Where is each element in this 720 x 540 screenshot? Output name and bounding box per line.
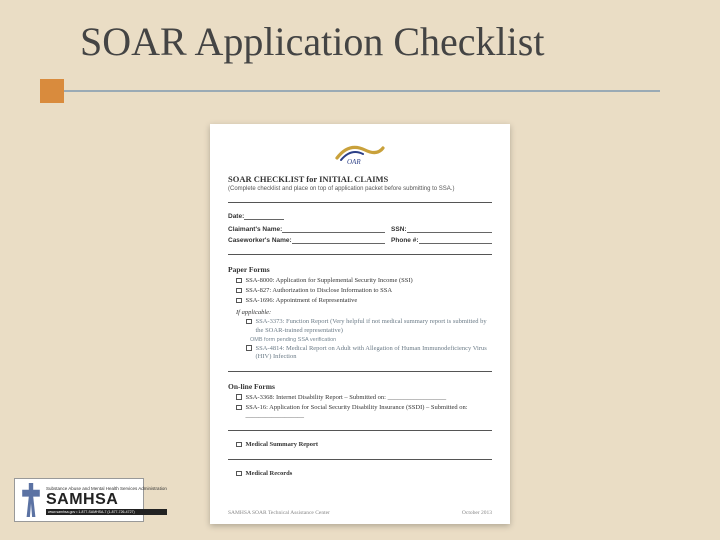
claimant-field-line xyxy=(282,226,385,233)
paper-forms-heading: Paper Forms xyxy=(228,265,492,274)
item-text: Medical Summary Report xyxy=(246,441,493,449)
samhsa-figure-icon xyxy=(20,483,42,517)
slide-title-area: SOAR Application Checklist xyxy=(0,0,720,73)
paper-forms-list: SSA-8000: Application for Supplemental S… xyxy=(236,277,492,305)
divider xyxy=(228,430,492,431)
checkbox-icon xyxy=(236,298,242,304)
item-text: SSA-3373: Function Report (Very helpful … xyxy=(256,318,493,334)
checkbox-icon xyxy=(236,394,242,400)
checkbox-icon xyxy=(236,288,242,294)
soar-logo: OAR xyxy=(228,140,492,168)
doc-instruction: (Complete checklist and place on top of … xyxy=(228,186,492,192)
doc-footer: SAMHSA SOAR Technical Assistance Center … xyxy=(228,510,492,516)
date-field-line xyxy=(244,213,284,220)
phone-field-line xyxy=(419,237,493,244)
sub-list: SSA-3373: Function Report (Very helpful … xyxy=(236,318,492,334)
footer-right: October 2013 xyxy=(462,510,492,516)
item-text: SSA-4814: Medical Report on Adult with A… xyxy=(256,345,493,361)
list-item: SSA-827: Authorization to Disclose Infor… xyxy=(236,287,492,295)
checkbox-icon xyxy=(246,345,252,351)
mr-list: Medical Records xyxy=(236,470,492,478)
checkbox-icon xyxy=(246,319,252,325)
samhsa-tagline: Substance Abuse and Mental Health Servic… xyxy=(46,486,167,491)
checkbox-icon xyxy=(236,405,242,411)
ssn-field-line xyxy=(407,226,492,233)
list-item: SSA-1696: Appointment of Representative xyxy=(236,297,492,305)
date-label: Date: xyxy=(228,213,244,220)
samhsa-logo-block: Substance Abuse and Mental Health Servic… xyxy=(14,478,144,522)
slide-title: SOAR Application Checklist xyxy=(80,18,720,65)
samhsa-url-bar: www.samhsa.gov • 1-877-SAMHSA-7 (1-877-7… xyxy=(46,509,167,515)
accent-divider xyxy=(40,79,720,103)
item-text: SSA-16: Application for Social Security … xyxy=(246,404,493,420)
checklist-document: OAR SOAR CHECKLIST for INITIAL CLAIMS (C… xyxy=(210,124,510,524)
divider xyxy=(228,202,492,203)
ssn-label: SSN: xyxy=(391,226,407,233)
claimant-label: Claimant's Name: xyxy=(228,226,282,233)
samhsa-brand: SAMHSA xyxy=(46,491,167,509)
phone-label: Phone #: xyxy=(391,237,418,244)
list-item: SSA-3373: Function Report (Very helpful … xyxy=(246,318,492,334)
list-item: Medical Records xyxy=(236,470,492,478)
checkbox-icon xyxy=(236,442,242,448)
sub-list-2: SSA-4814: Medical Report on Adult with A… xyxy=(236,345,492,361)
online-forms-heading: On-line Forms xyxy=(228,382,492,391)
accent-line xyxy=(64,90,660,92)
if-applicable-label: If applicable: xyxy=(236,309,492,316)
doc-heading: SOAR CHECKLIST for INITIAL CLAIMS xyxy=(228,174,492,184)
list-item: Medical Summary Report xyxy=(236,441,492,449)
divider xyxy=(228,254,492,255)
item-text: SSA-3368: Internet Disability Report – S… xyxy=(246,394,493,402)
checkbox-icon xyxy=(236,278,242,284)
item-text: SSA-1696: Appointment of Representative xyxy=(246,297,493,305)
list-item: SSA-4814: Medical Report on Adult with A… xyxy=(246,345,492,361)
msr-list: Medical Summary Report xyxy=(236,441,492,449)
item-text: SSA-827: Authorization to Disclose Infor… xyxy=(246,287,493,295)
list-item: SSA-3368: Internet Disability Report – S… xyxy=(236,394,492,402)
samhsa-text: Substance Abuse and Mental Health Servic… xyxy=(46,486,167,515)
divider xyxy=(228,371,492,372)
item-text: SSA-8000: Application for Supplemental S… xyxy=(246,277,493,285)
footer-left: SAMHSA SOAR Technical Assistance Center xyxy=(228,510,330,516)
accent-square xyxy=(40,79,64,103)
online-forms-list: SSA-3368: Internet Disability Report – S… xyxy=(236,394,492,420)
list-item: SSA-8000: Application for Supplemental S… xyxy=(236,277,492,285)
divider xyxy=(228,459,492,460)
omb-note: OMB form pending SSA verification xyxy=(250,337,492,343)
caseworker-label: Caseworker's Name: xyxy=(228,237,292,244)
checkbox-icon xyxy=(236,471,242,477)
svg-text:OAR: OAR xyxy=(347,158,361,166)
caseworker-field-line xyxy=(292,237,385,244)
list-item: SSA-16: Application for Social Security … xyxy=(236,404,492,420)
item-text: Medical Records xyxy=(246,470,493,478)
